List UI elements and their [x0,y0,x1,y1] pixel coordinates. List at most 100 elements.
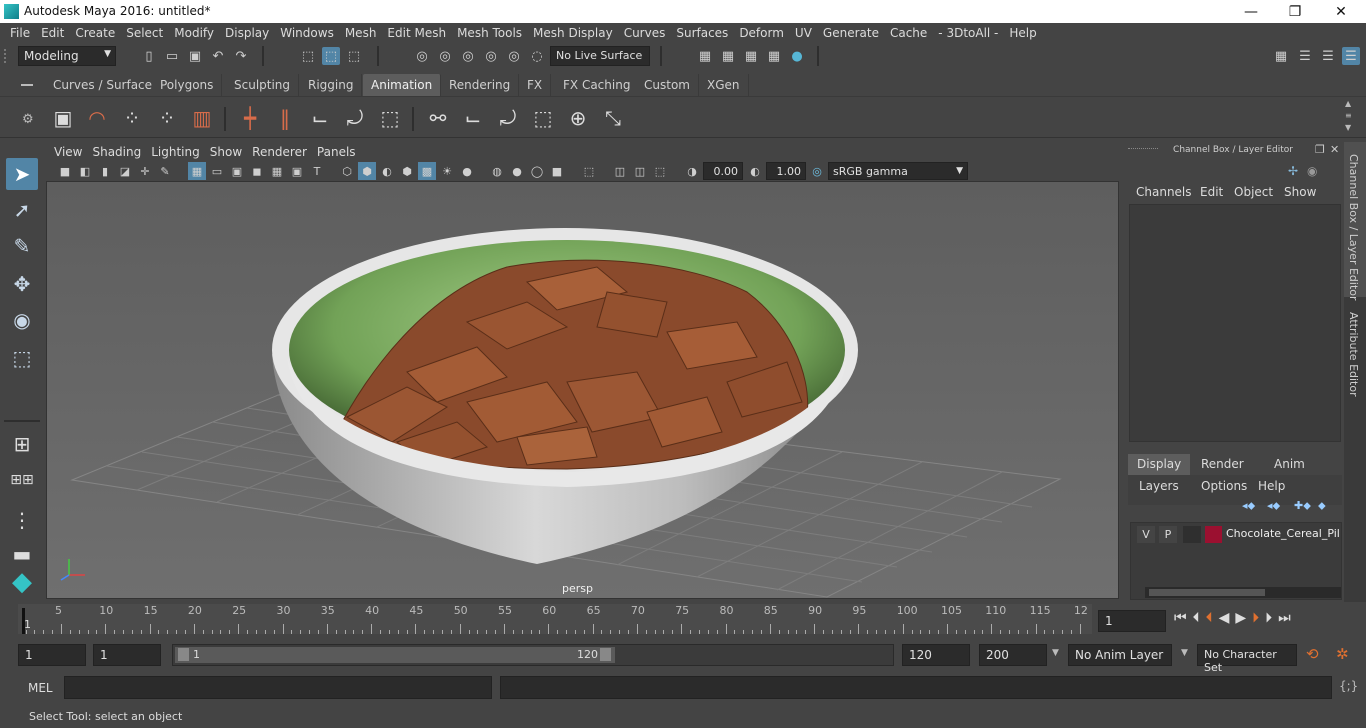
menu-create[interactable]: Create [71,26,122,40]
pole-vector-constraint-icon[interactable]: ⤡ [598,103,628,133]
current-frame-field[interactable]: 1 [1098,610,1166,632]
gate-mask-icon[interactable]: ◼ [248,162,266,180]
mel-label[interactable]: MEL [28,681,53,695]
grid-toggle-icon[interactable]: ▦ [188,162,206,180]
wireframe-icon[interactable]: ⬡ [338,162,356,180]
new-layer-icon[interactable]: ✚⬥ [1294,499,1311,513]
undo-icon[interactable]: ↶ [209,47,227,65]
step-forward-key-icon[interactable]: ⏵ [1252,610,1259,632]
tab-display[interactable]: Display [1128,454,1191,475]
make-live-icon[interactable]: ◌ [528,47,546,65]
shelf-scroll-down-icon[interactable]: ▼ [1345,123,1351,132]
maximize-button[interactable]: ❐ [1272,0,1318,23]
animation-preferences-icon[interactable]: ✲ [1336,645,1349,663]
grease-pencil-icon[interactable]: ✎ [156,162,174,180]
motion-blur-icon[interactable]: ◍ [488,162,506,180]
ik-spline-icon[interactable]: ⬚ [375,103,405,133]
workspace-icon[interactable]: ▦ [1272,47,1290,65]
channel-box-options-icon[interactable]: ◉ [1307,164,1317,178]
menu-edit-mesh[interactable]: Edit Mesh [383,26,453,40]
menu-mesh-display[interactable]: Mesh Display [529,26,620,40]
two-d-pan-zoom-icon[interactable]: ✛ [136,162,154,180]
edit-menu[interactable]: Edit [1200,185,1223,199]
mode-menu-set-dropdown[interactable]: Modeling ▼ [18,46,116,66]
close-panel-icon[interactable]: ✕ [1330,143,1339,156]
joint-tool-icon[interactable]: ⌙ [305,103,335,133]
tab-fx-caching[interactable]: FX Caching [555,74,640,96]
shelf-scroll-up-icon[interactable]: ▲ [1345,99,1351,108]
render-settings-icon[interactable]: ▦ [765,47,783,65]
resolution-gate-icon[interactable]: ▣ [228,162,246,180]
parent-constraint-icon[interactable]: ⚯ [423,103,453,133]
help-menu[interactable]: Help [1258,479,1285,493]
step-forward-frame-icon[interactable]: ⏵ [1265,610,1272,632]
snap-to-curve-icon[interactable]: ◎ [436,47,454,65]
play-forwards-icon[interactable]: ▶ [1235,610,1246,632]
range-end-handle[interactable] [600,648,611,661]
side-tab-channel-box[interactable]: Channel Box / Layer Editor [1347,154,1360,301]
image-plane-icon[interactable]: ◪ [116,162,134,180]
layer-display-type-toggle[interactable] [1183,526,1201,543]
menu-help[interactable]: Help [1005,26,1043,40]
range-slider-bar[interactable] [175,647,615,663]
screen-space-ambient-occlusion-icon[interactable]: ● [458,162,476,180]
tab-fx[interactable]: FX [519,74,552,96]
tab-render[interactable]: Render [1192,454,1253,475]
four-view-layout-icon[interactable]: ⊞⊞ [6,464,38,496]
layer-scrollbar-thumb[interactable] [1149,589,1265,596]
layers-menu[interactable]: Layers [1139,479,1179,493]
paint-select-tool-icon[interactable]: ✎ [6,230,38,262]
color-management-icon[interactable]: ◎ [808,162,826,180]
move-tool-icon[interactable]: ✥ [6,268,38,300]
menu-cache[interactable]: Cache [886,26,934,40]
smooth-shade-icon[interactable]: ⬢ [358,162,376,180]
textured-icon[interactable]: ⬢ [398,162,416,180]
range-start-handle[interactable] [178,648,189,661]
isolate-select-icon[interactable]: ■ [548,162,566,180]
camera-attributes-icon[interactable]: ◧ [76,162,94,180]
orient-constraint-icon[interactable]: ⤾ [493,103,523,133]
motion-trail-icon[interactable]: ⁘ [117,103,147,133]
ik-handle-icon[interactable]: ⤾ [340,103,370,133]
hypershade-icon[interactable]: ● [788,47,806,65]
gamma-icon[interactable]: ◐ [746,162,764,180]
render-current-frame-icon[interactable]: ▦ [696,47,714,65]
ghost-icon[interactable]: ⁘ [152,103,182,133]
xray-joints-icon[interactable]: ◫ [611,162,629,180]
lasso-tool-icon[interactable]: ➚ [6,194,38,226]
xray-icon[interactable]: ⬚ [580,162,598,180]
select-by-component-icon[interactable]: ⬚ [345,47,363,65]
shelf-menu-icon[interactable] [21,84,33,86]
menu-windows[interactable]: Windows [276,26,341,40]
animation-snapshot-icon[interactable]: ▥ [187,103,217,133]
layer-visibility-toggle[interactable]: V [1137,526,1155,543]
backface-culling-icon[interactable]: ⬚ [651,162,669,180]
script-editor-icon[interactable]: {;} [1339,679,1358,697]
color-space-dropdown[interactable]: sRGB gamma ▼ [828,162,968,180]
single-perspective-view-icon[interactable]: ⊞ [6,428,38,460]
safe-title-icon[interactable]: T [308,162,326,180]
menu-select[interactable]: Select [122,26,170,40]
menu-curves[interactable]: Curves [620,26,673,40]
tab-anim[interactable]: Anim [1265,454,1314,475]
scale-constraint-icon[interactable]: ⬚ [528,103,558,133]
ipr-render-icon[interactable]: ▦ [719,47,737,65]
anim-layer-dropdown[interactable]: No Anim Layer [1068,644,1172,666]
bookmark-icon[interactable]: ▮ [96,162,114,180]
layer-name[interactable]: Chocolate_Cereal_Pillo [1226,527,1339,540]
shelf-menu-icon[interactable]: ≡ [1345,111,1352,120]
animation-start-field[interactable]: 1 [18,644,86,666]
depth-of-field-icon[interactable]: ◯ [528,162,546,180]
select-by-hierarchy-icon[interactable]: ⬚ [299,47,317,65]
open-scene-icon[interactable]: ▭ [163,47,181,65]
tab-polygons[interactable]: Polygons [152,74,223,96]
layer-color-swatch[interactable] [1205,526,1222,543]
command-input[interactable] [64,676,492,699]
wireframe-on-shaded-icon[interactable]: ◐ [378,162,396,180]
character-set-dropdown[interactable]: No Character Set [1197,644,1297,674]
menu-mesh-tools[interactable]: Mesh Tools [453,26,529,40]
ipr-icon[interactable]: ▦ [742,47,760,65]
panel-menu-renderer[interactable]: Renderer [252,145,317,159]
save-scene-icon[interactable]: ▣ [186,47,204,65]
snap-to-grid-icon[interactable]: ◎ [413,47,431,65]
